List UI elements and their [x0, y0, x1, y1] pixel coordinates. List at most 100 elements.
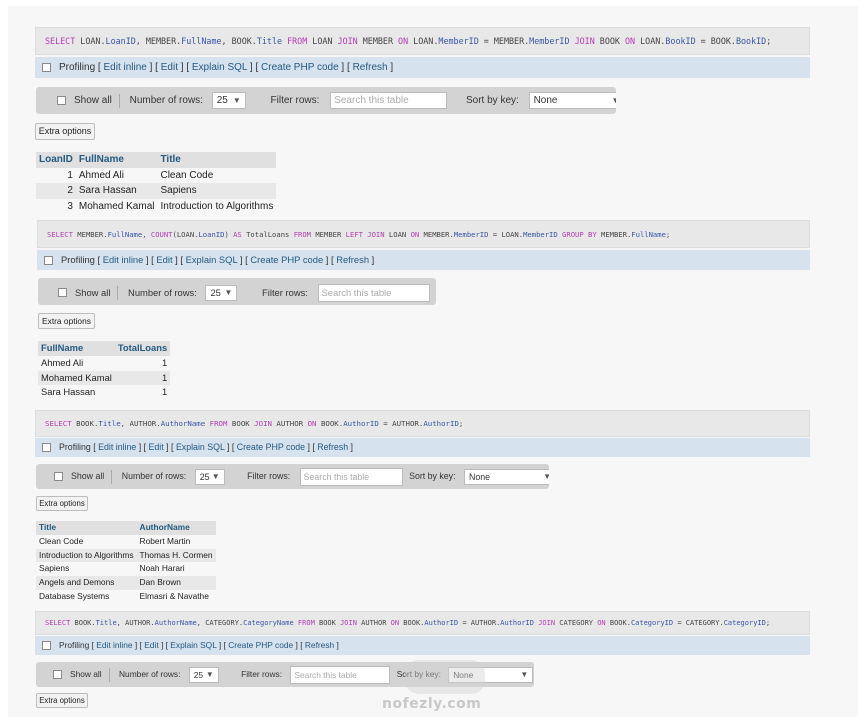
sql-keyword: GROUP BY [562, 230, 597, 239]
table-row: Mohamed Kamal 1 [38, 370, 171, 386]
table-cell: Sara Hassan [41, 386, 96, 398]
refresh-link[interactable]: Refresh [353, 62, 388, 73]
sql-keyword: SELECT [45, 619, 71, 627]
column-header[interactable]: FullName [75, 152, 158, 168]
profiling-bar: Profiling [ Edit inline ] [ Edit ] [ Exp… [35, 636, 810, 655]
sort-select[interactable]: None ▼ [463, 468, 549, 485]
explain-sql-link[interactable]: Explain SQL [176, 442, 225, 452]
rows-label: Number of rows: [118, 669, 181, 680]
table-cell: Database Systems [39, 590, 110, 601]
profiling-checkbox[interactable] [44, 256, 53, 266]
sql-text: MEMBER [311, 230, 346, 239]
edit-link[interactable]: Edit [156, 254, 172, 265]
sql-text: MEMBER. [419, 230, 454, 239]
show-all-checkbox[interactable] [54, 472, 63, 482]
create-php-code-link[interactable]: Create PHP code [250, 254, 323, 265]
sql-keyword: FROM [209, 419, 228, 428]
profiling-checkbox[interactable] [42, 62, 51, 72]
create-php-code-link[interactable]: Create PHP code [228, 640, 293, 650]
column-header[interactable]: AuthorName [136, 521, 216, 535]
edit-inline-link[interactable]: Edit inline [103, 62, 146, 73]
refresh-link[interactable]: Refresh [317, 442, 348, 452]
column-header[interactable]: LoanID [36, 152, 76, 168]
refresh-link[interactable]: Refresh [305, 640, 334, 650]
sql-text: BOOK. [71, 419, 99, 428]
edit-inline-link[interactable]: Edit inline [103, 254, 144, 265]
edit-link[interactable]: Edit [144, 640, 158, 650]
sql-text: ; [665, 230, 671, 239]
sql-keyword: JOIN [574, 36, 595, 46]
sql-keyword: SELECT [45, 419, 72, 428]
sql-text: , CATEGORY. [196, 619, 244, 627]
sql-field: LoanID [105, 36, 136, 46]
explain-sql-link[interactable]: Explain SQL [170, 640, 216, 650]
table-cell: Clean Code [160, 169, 214, 181]
show-all-label: Show all [70, 669, 102, 680]
sql-text: AUTHOR [356, 619, 391, 627]
explain-sql-link[interactable]: Explain SQL [186, 254, 238, 265]
chevron-down-icon: ▼ [232, 96, 241, 105]
show-all-label: Show all [71, 471, 105, 482]
sql-query-box: SELECT MEMBER.FullName, COUNT(LOAN.LoanI… [37, 220, 810, 248]
sql-keyword: ON [390, 619, 400, 627]
sort-select[interactable]: None ▼ [528, 92, 616, 109]
filter-input[interactable]: Search this table [330, 92, 448, 109]
sql-text: LOAN. [635, 36, 666, 46]
edit-inline-link[interactable]: Edit inline [98, 442, 136, 452]
show-all-checkbox[interactable] [58, 288, 67, 298]
column-header[interactable]: FullName [38, 341, 115, 356]
profiling-label: Profiling [59, 442, 91, 452]
create-php-code-link[interactable]: Create PHP code [237, 442, 305, 452]
show-all-checkbox[interactable] [57, 96, 66, 105]
sql-text: , BOOK. [221, 36, 257, 46]
sql-keyword: ON [625, 36, 636, 46]
extra-options-button[interactable]: Extra options [35, 123, 95, 140]
edit-link[interactable]: Edit [149, 442, 164, 452]
table-row: Database Systems Elmasri & Navathe [36, 590, 216, 604]
table-row: Angels and Demons Dan Brown [36, 576, 216, 590]
sql-field: FullName [107, 230, 143, 239]
table-navigation-bar: Show all Number of rows: 25 ▼ Filter rows… [36, 87, 616, 114]
profiling-bar: Profiling [ Edit inline ] [ Edit ] [ Exp… [35, 438, 810, 457]
edit-link[interactable]: Edit [161, 62, 178, 73]
table-cell: Robert Martin [139, 535, 191, 546]
rows-select[interactable]: 25 ▼ [211, 92, 246, 109]
rows-select[interactable]: 25 ▼ [188, 666, 219, 683]
column-header[interactable]: TotalLoans [114, 341, 171, 356]
filter-input[interactable]: Search this table [290, 665, 391, 684]
table-row: Introduction to Algorithms Thomas H. Corm… [36, 548, 216, 563]
explain-sql-link[interactable]: Explain SQL [192, 62, 247, 73]
rows-label: Number of rows: [129, 95, 203, 106]
sql-text: MEMBER. [596, 230, 632, 239]
rows-select[interactable]: 25 ▼ [194, 468, 225, 485]
profiling-checkbox[interactable] [42, 641, 51, 651]
divider [117, 285, 119, 300]
create-php-code-link[interactable]: Create PHP code [261, 62, 339, 73]
filter-input[interactable]: Search this table [317, 283, 430, 302]
column-header[interactable]: Title [36, 521, 137, 535]
sql-text: BOOK. [605, 619, 631, 627]
extra-options-button[interactable]: Extra options [38, 313, 95, 329]
filter-input[interactable]: Search this table [299, 467, 403, 486]
edit-inline-link[interactable]: Edit inline [96, 640, 132, 650]
sql-text: = LOAN. [488, 230, 524, 239]
table-header-row: LoanID FullName Title [36, 152, 277, 168]
rows-select[interactable]: 25 ▼ [205, 284, 238, 301]
show-all-checkbox[interactable] [53, 670, 62, 680]
sql-text: TotalLoans [241, 230, 294, 239]
sql-field: MemberID [523, 230, 558, 239]
sort-label: Sort by key: [409, 471, 456, 482]
sql-text: BOOK. [316, 419, 344, 428]
column-header[interactable]: Title [157, 152, 277, 168]
sql-text: BOOK. [399, 619, 425, 627]
table-cell: Clean Code [39, 535, 84, 546]
refresh-link[interactable]: Refresh [336, 254, 369, 265]
chevron-down-icon: ▼ [543, 471, 549, 481]
results-table: Title AuthorName Clean Code Robert Martin In… [36, 521, 216, 604]
extra-options-button[interactable]: Extra options [36, 496, 88, 511]
table-row: 2 Sara Hassan Sapiens [36, 183, 277, 199]
sql-keyword: ON [410, 230, 420, 239]
extra-options-button[interactable]: Extra options [36, 693, 88, 708]
profiling-checkbox[interactable] [42, 443, 51, 453]
table-cell: Dan Brown [136, 576, 216, 590]
